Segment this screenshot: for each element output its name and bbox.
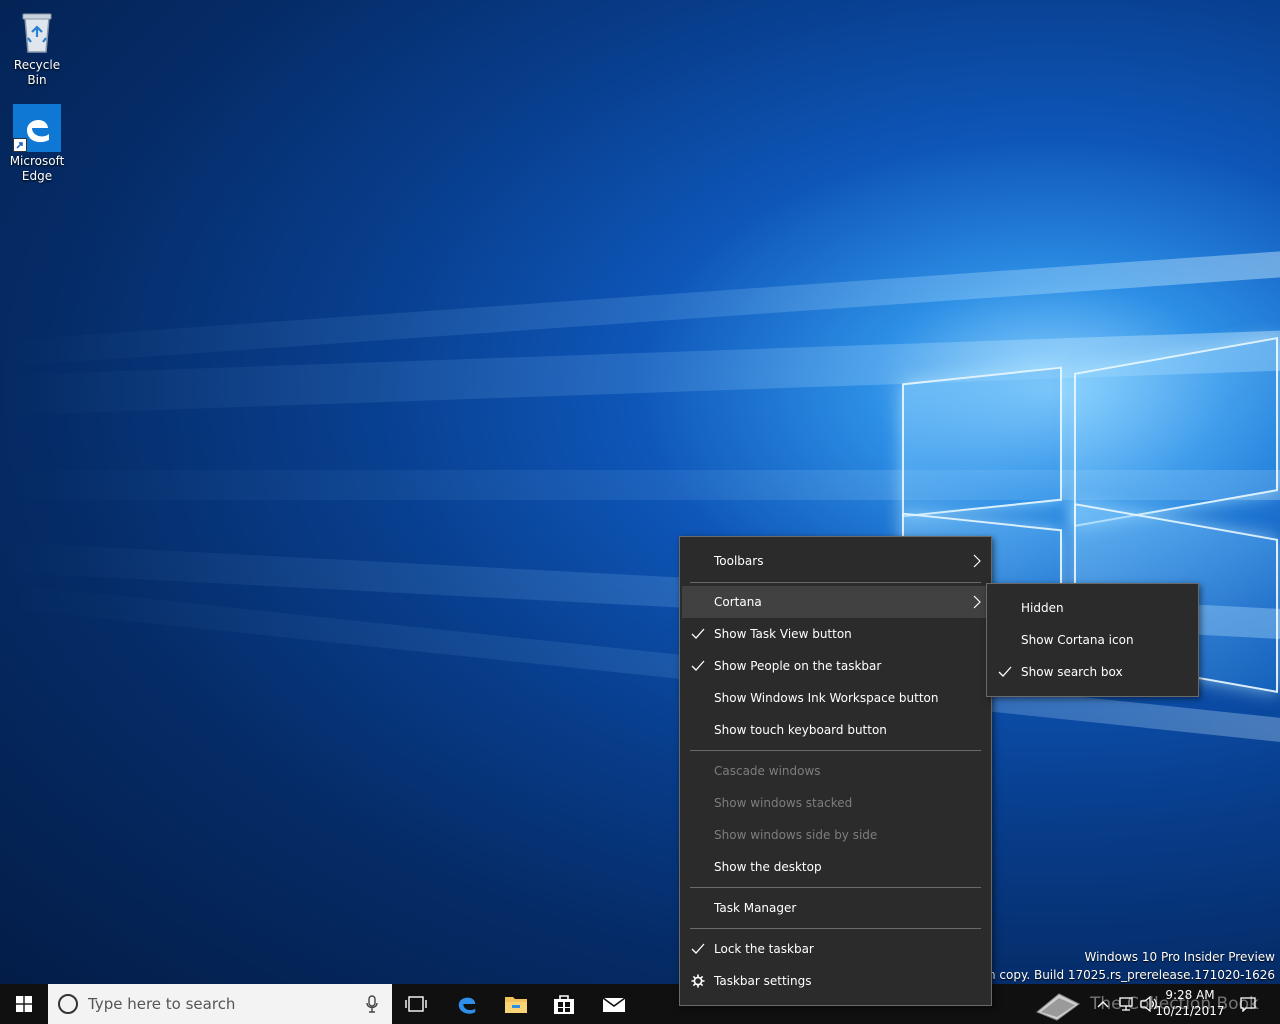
taskbar-store-button[interactable] <box>540 984 588 1024</box>
desktop-icon-microsoft-edge[interactable]: Microsoft Edge <box>5 104 69 184</box>
windows-logo-icon <box>16 996 32 1012</box>
submenu-item-show-search-box[interactable]: Show search box <box>989 656 1196 688</box>
task-view-icon <box>405 996 427 1012</box>
menu-item-show-windows-stacked: Show windows stacked <box>682 787 989 819</box>
recycle-bin-icon <box>13 8 61 56</box>
taskbar-settings-label: Taskbar settings <box>714 974 812 988</box>
taskbar-edge-button[interactable] <box>442 984 492 1024</box>
recycle-bin-label: Recycle Bin <box>13 58 61 87</box>
checkmark-icon <box>691 660 705 671</box>
hidden-label: Hidden <box>1021 601 1064 615</box>
show-touch-keyboard-label: Show touch keyboard button <box>714 723 887 737</box>
submenu-item-show-cortana-icon[interactable]: Show Cortana icon <box>989 624 1196 656</box>
chevron-up-icon <box>1097 1001 1109 1008</box>
start-button[interactable] <box>0 984 48 1024</box>
menu-item-taskbar-settings[interactable]: Taskbar settings <box>682 965 989 997</box>
show-cortana-icon-label: Show Cortana icon <box>1021 633 1134 647</box>
submenu-item-hidden[interactable]: Hidden <box>989 592 1196 624</box>
menu-item-show-touch-keyboard[interactable]: Show touch keyboard button <box>682 714 989 746</box>
toolbars-label: Toolbars <box>714 554 764 568</box>
action-center-icon <box>1240 997 1256 1012</box>
store-icon <box>554 995 574 1014</box>
task-manager-label: Task Manager <box>714 901 797 915</box>
menu-item-cortana[interactable]: Cortana <box>682 586 989 618</box>
desktop-icon-recycle-bin[interactable]: Recycle Bin <box>5 8 69 88</box>
desktop: Recycle Bin Microsoft Edge Windows 10 Pr… <box>0 0 1280 984</box>
menu-separator <box>690 928 981 929</box>
checkmark-icon <box>691 943 705 954</box>
network-button[interactable] <box>1115 984 1137 1024</box>
taskbar-file-explorer-button[interactable] <box>492 984 540 1024</box>
chevron-right-icon <box>973 595 981 609</box>
show-desktop-label: Show the desktop <box>714 860 822 874</box>
menu-separator <box>690 887 981 888</box>
cortana-submenu: Hidden Show Cortana icon Show search box <box>986 583 1199 697</box>
action-center-button[interactable] <box>1234 984 1262 1024</box>
cascade-label: Cascade windows <box>714 764 821 778</box>
show-hidden-icons-button[interactable] <box>1094 984 1112 1024</box>
menu-item-toolbars[interactable]: Toolbars <box>682 545 989 577</box>
watermark-edition: Windows 10 Pro Insider Preview <box>1084 950 1275 964</box>
edge-icon <box>458 997 476 1014</box>
tray-watermark-book-icon <box>1030 984 1086 1024</box>
chevron-right-icon <box>973 554 981 568</box>
menu-item-show-ink-workspace[interactable]: Show Windows Ink Workspace button <box>682 682 989 714</box>
show-people-label: Show People on the taskbar <box>714 659 882 673</box>
task-view-button[interactable] <box>392 984 440 1024</box>
gear-icon <box>691 974 705 988</box>
lock-taskbar-label: Lock the taskbar <box>714 942 814 956</box>
menu-item-lock-taskbar[interactable]: Lock the taskbar <box>682 933 989 965</box>
search-placeholder: Type here to search <box>88 995 236 1013</box>
menu-item-task-manager[interactable]: Task Manager <box>682 892 989 924</box>
network-icon <box>1119 997 1133 1011</box>
menu-item-show-task-view[interactable]: Show Task View button <box>682 618 989 650</box>
show-ink-label: Show Windows Ink Workspace button <box>714 691 939 705</box>
taskbar-mail-button[interactable] <box>590 984 638 1024</box>
stacked-label: Show windows stacked <box>714 796 853 810</box>
microsoft-edge-label: Microsoft Edge <box>9 154 65 183</box>
shortcut-arrow-icon <box>13 138 27 152</box>
clock-time: 9:28 AM <box>1165 988 1215 1002</box>
checkmark-icon <box>691 628 705 639</box>
taskbar: Type here to search The Collection Book … <box>0 984 1280 1024</box>
cortana-label: Cortana <box>714 595 762 609</box>
checkmark-icon <box>998 666 1012 677</box>
menu-item-cascade-windows: Cascade windows <box>682 755 989 787</box>
cortana-icon <box>58 994 78 1014</box>
taskbar-search-box[interactable]: Type here to search <box>48 984 392 1024</box>
file-explorer-icon <box>505 997 527 1013</box>
show-search-box-label: Show search box <box>1021 665 1123 679</box>
menu-separator <box>690 750 981 751</box>
clock-date: 10/21/2017 <box>1155 1004 1225 1018</box>
mail-icon <box>602 997 626 1012</box>
menu-item-show-desktop[interactable]: Show the desktop <box>682 851 989 883</box>
taskbar-context-menu: Toolbars Cortana Show Task View button S… <box>679 536 992 1006</box>
side-by-side-label: Show windows side by side <box>714 828 878 842</box>
menu-item-show-windows-side-by-side: Show windows side by side <box>682 819 989 851</box>
show-task-view-label: Show Task View button <box>714 627 852 641</box>
edge-icon <box>13 104 61 152</box>
logo-pane <box>1074 337 1278 527</box>
menu-item-show-people[interactable]: Show People on the taskbar <box>682 650 989 682</box>
microphone-icon[interactable] <box>366 995 378 1016</box>
logo-pane <box>902 366 1062 518</box>
taskbar-clock[interactable]: 9:28 AM 10/21/2017 <box>1150 987 1230 1019</box>
menu-separator <box>690 582 981 583</box>
